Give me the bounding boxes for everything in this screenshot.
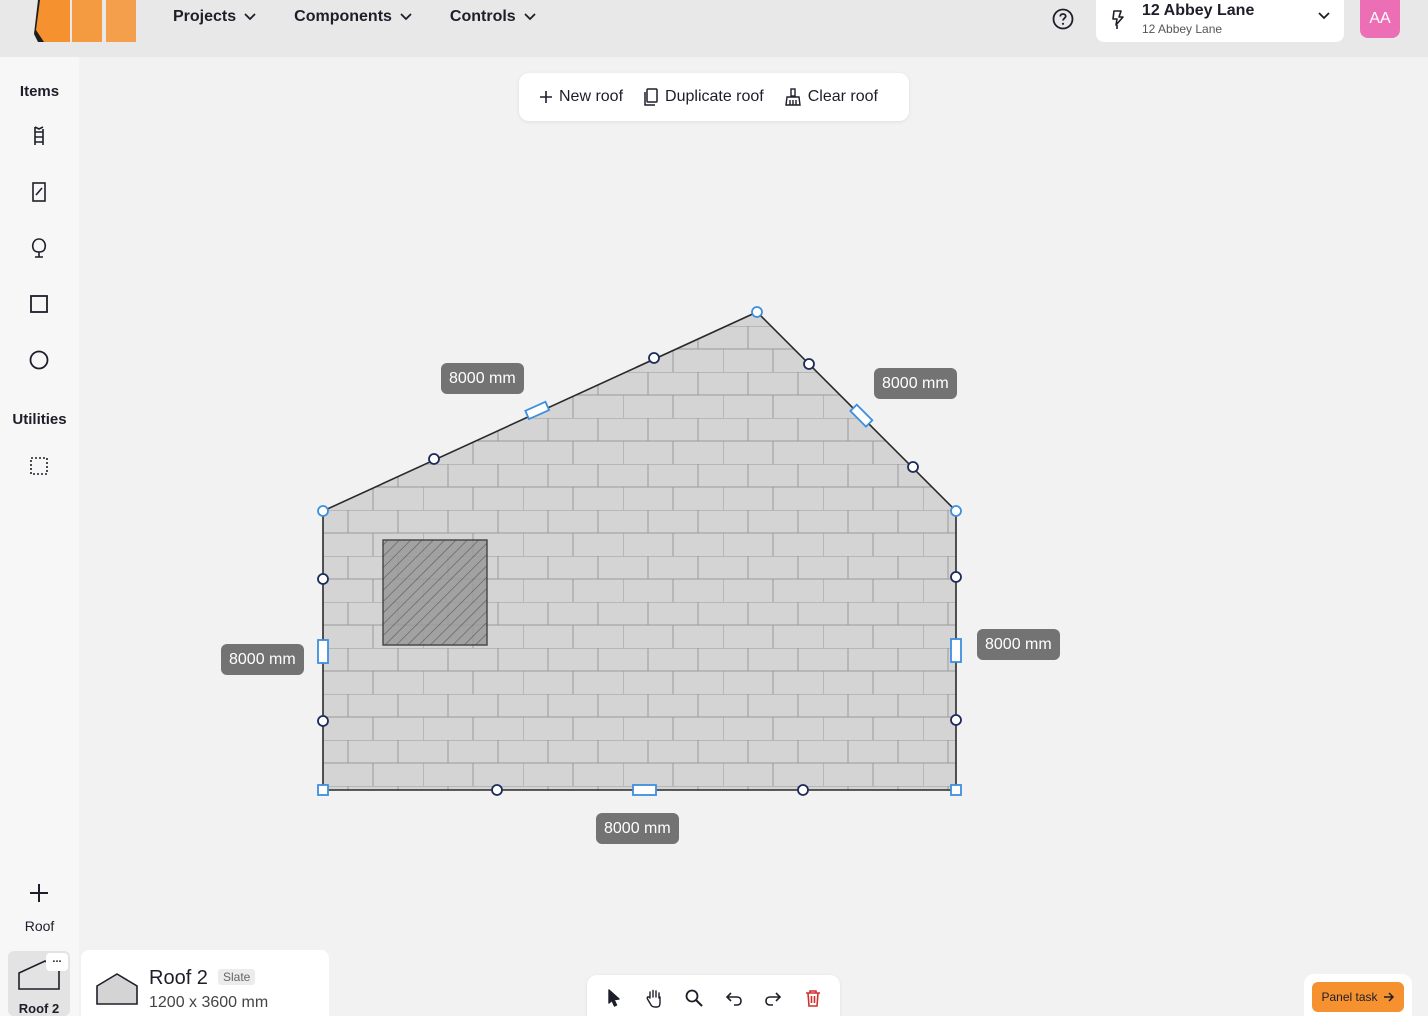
roof-obstruction[interactable]	[382, 539, 488, 646]
delete-icon[interactable]	[803, 988, 823, 1008]
redo-icon[interactable]	[763, 988, 783, 1008]
roof-shape-icon	[96, 973, 138, 1005]
hand-icon[interactable]	[644, 988, 664, 1008]
roof-title: Roof 2	[149, 967, 208, 989]
dimension-label-top-left[interactable]: 8000 mm	[441, 363, 524, 394]
panel-task-label: Panel task	[1321, 990, 1378, 1004]
pointer-icon[interactable]	[604, 988, 624, 1008]
material-badge: Slate	[218, 969, 256, 985]
zoom-icon[interactable]	[684, 988, 704, 1008]
roof-info-card: Roof 2 Slate 1200 x 3600 mm	[81, 950, 329, 1016]
bottom-toolbar	[587, 975, 840, 1016]
dimension-label-right[interactable]: 8000 mm	[977, 629, 1060, 660]
dimension-label-left[interactable]: 8000 mm	[221, 644, 304, 675]
panel-task-button[interactable]: Panel task	[1312, 982, 1404, 1012]
undo-icon[interactable]	[724, 988, 744, 1008]
dimension-label-bottom[interactable]: 8000 mm	[596, 813, 679, 844]
dimension-label-top-right[interactable]: 8000 mm	[874, 368, 957, 399]
panel-task-container: Panel task	[1304, 974, 1412, 1016]
roof-drawing[interactable]	[0, 0, 1428, 1016]
arrow-right-icon	[1383, 992, 1394, 1002]
roof-dimensions: 1200 x 3600 mm	[149, 994, 269, 1011]
drawing-canvas: 8000 mm 8000 mm 8000 mm 8000 mm 8000 mm	[0, 0, 1428, 1016]
